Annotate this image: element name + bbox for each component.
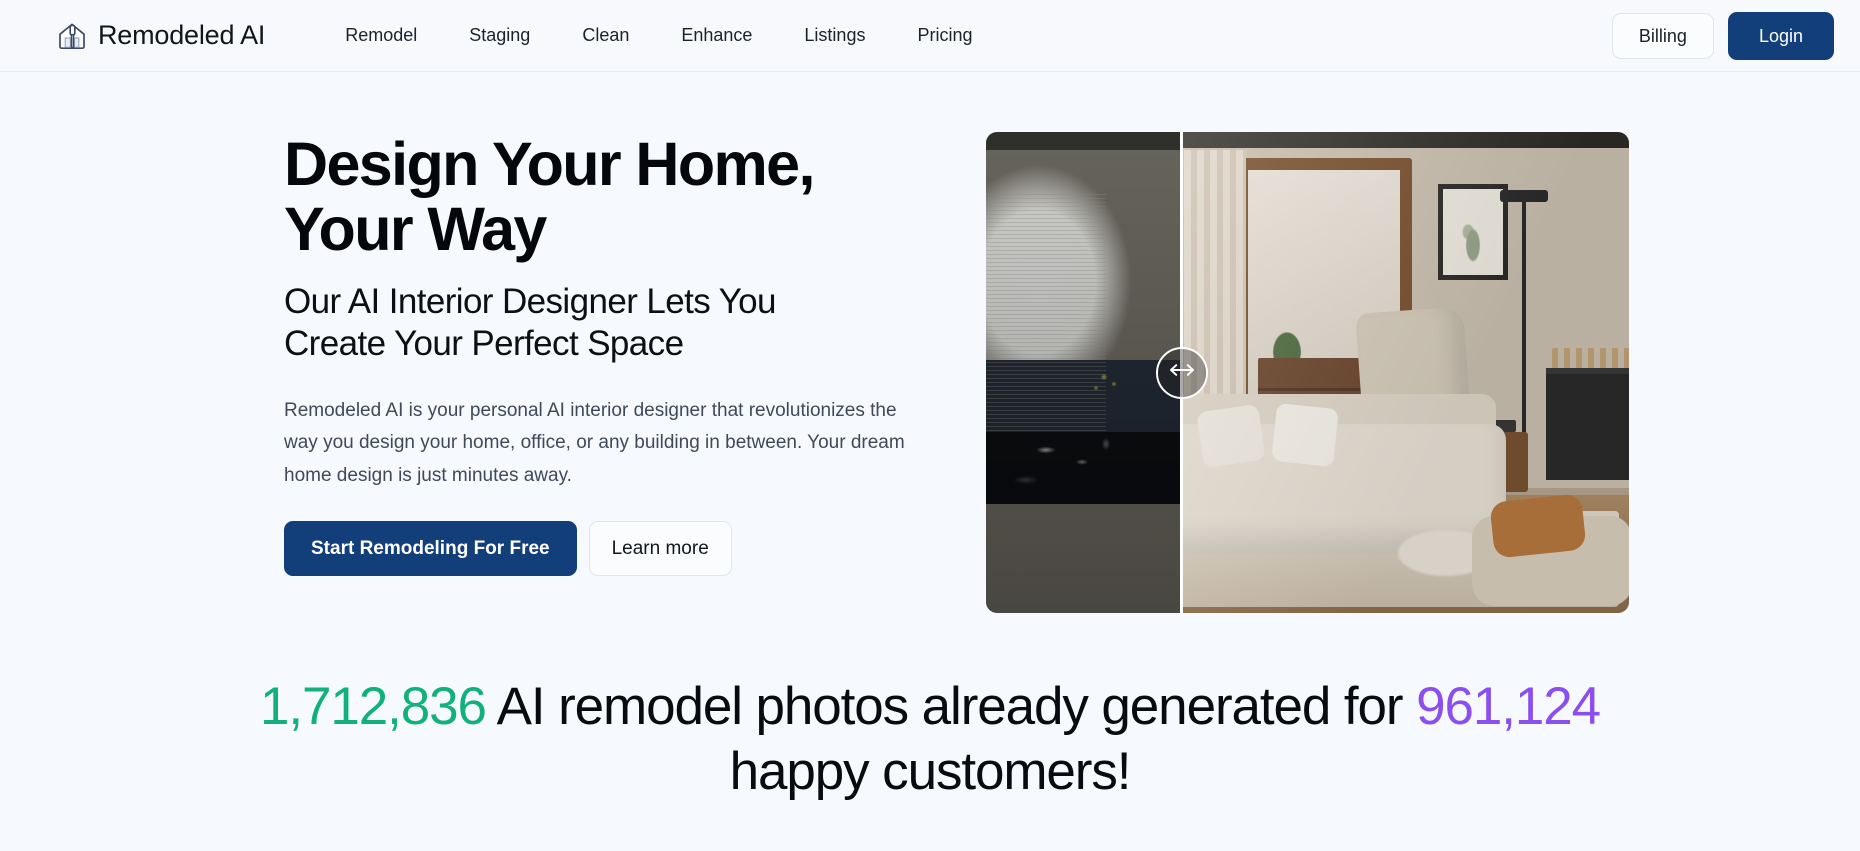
hero-section: Design Your Home, Your Way Our AI Interi…	[0, 72, 1860, 613]
hero-title-line1: Design Your Home,	[284, 130, 815, 198]
before-image-pane	[986, 132, 1180, 613]
hero-title-line2: Your Way	[284, 195, 547, 264]
before-image-shading	[986, 132, 1180, 613]
billing-button[interactable]: Billing	[1611, 12, 1714, 60]
nav-item-remodel[interactable]: Remodel	[319, 17, 443, 54]
nav-item-enhance[interactable]: Enhance	[655, 17, 778, 54]
nav-item-listings[interactable]: Listings	[778, 17, 891, 54]
nav-item-clean[interactable]: Clean	[556, 17, 655, 54]
header-actions: Billing Login	[1611, 0, 1834, 72]
house-paintbrush-icon	[56, 20, 88, 52]
main-navigation: Remodel Staging Clean Enhance Listings P…	[319, 17, 998, 54]
comparison-slider-handle[interactable]	[1155, 346, 1208, 399]
after-image-pane	[1180, 132, 1629, 613]
after-room-image	[1180, 132, 1629, 613]
hero-subtitle-line2: Create Your Perfect Space	[284, 323, 684, 363]
hero-copy: Design Your Home, Your Way Our AI Interi…	[284, 130, 939, 577]
hero-description: Remodeled AI is your personal AI interio…	[284, 399, 905, 486]
photos-generated-count: 1,712,836	[260, 677, 487, 736]
hero-buttons: Start Remodeling For Free Learn more	[284, 520, 939, 577]
hero-subtitle: Our AI Interior Designer Lets You Create…	[284, 281, 939, 365]
brand-logo[interactable]: Remodeled AI	[56, 20, 265, 52]
stats-headline: 1,712,836 AI remodel photos already gene…	[230, 675, 1630, 804]
hero-subtitle-line1: Our AI Interior Designer Lets You	[284, 281, 776, 321]
nav-item-pricing[interactable]: Pricing	[891, 17, 998, 54]
happy-customers-count: 961,124	[1416, 677, 1601, 736]
stats-for-text: for	[1343, 677, 1417, 736]
start-remodeling-button[interactable]: Start Remodeling For Free	[284, 520, 577, 577]
photos-generated-text: AI remodel photos already generated	[485, 677, 1332, 736]
happy-customers-text: happy customers!	[729, 741, 1132, 801]
learn-more-button[interactable]: Learn more	[588, 520, 732, 577]
left-right-arrows-icon	[1169, 362, 1195, 383]
nav-item-staging[interactable]: Staging	[443, 17, 556, 54]
stats-section: 1,712,836 AI remodel photos already gene…	[0, 675, 1860, 804]
brand-name: Remodeled AI	[98, 20, 266, 50]
hero-title: Design Your Home, Your Way	[284, 130, 939, 264]
before-after-comparison[interactable]	[986, 132, 1629, 613]
login-button[interactable]: Login	[1727, 11, 1834, 61]
site-header: Remodeled AI Remodel Staging Clean Enhan…	[0, 0, 1860, 72]
